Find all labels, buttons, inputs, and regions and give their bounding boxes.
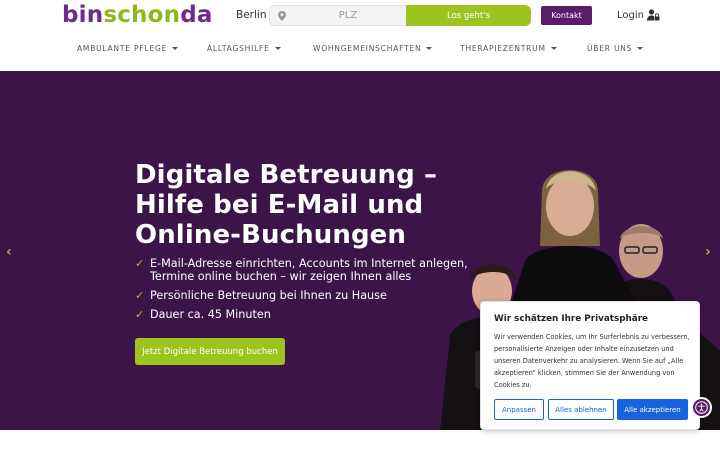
map-pin-icon xyxy=(278,11,286,21)
nav-item-alltagshilfe[interactable]: ALLTAGSHILFE xyxy=(207,44,281,53)
kontakt-button[interactable]: Kontakt xyxy=(541,6,592,25)
plz-input[interactable] xyxy=(294,8,402,23)
nav-item-ambulante-pflege[interactable]: AMBULANTE PFLEGE xyxy=(77,44,179,53)
city-label: Berlin xyxy=(236,9,267,21)
check-icon: ✓ xyxy=(135,289,145,302)
cookie-text: Wir verwenden Cookies, um Ihr Surferlebn… xyxy=(494,333,690,389)
caret-down-icon xyxy=(637,47,644,50)
cookie-title: Wir schätzen Ihre Privatsphäre xyxy=(494,314,649,324)
list-item: ✓ E-Mail-Adresse einrichten, Accounts im … xyxy=(135,257,468,283)
login-link[interactable]: Login xyxy=(617,9,660,21)
check-icon: ✓ xyxy=(135,257,145,270)
user-lock-icon xyxy=(646,9,660,21)
nav-item-ueber-uns[interactable]: ÜBER UNS xyxy=(587,44,644,53)
nav-item-therapiezentrum[interactable]: THERAPIEZENTRUM xyxy=(460,44,557,53)
caret-down-icon xyxy=(172,47,179,50)
cookie-consent-banner: Wir schätzen Ihre Privatsphäre Wir verwe… xyxy=(480,301,700,430)
list-item: ✓ Persönliche Betreuung bei Ihnen zu Haus… xyxy=(135,289,387,302)
login-label: Login xyxy=(617,9,644,21)
content-start xyxy=(0,430,720,450)
book-digital-care-button[interactable]: Jetzt Digitale Betreuung buchen xyxy=(135,338,285,365)
logo[interactable]: binschonda xyxy=(62,2,213,28)
los-gehts-button[interactable]: Los geht's xyxy=(406,5,531,26)
plz-search-field xyxy=(269,5,407,26)
list-item: ✓ Dauer ca. 45 Minuten xyxy=(135,308,271,321)
site-header: binschonda Berlin Los geht's Kontakt Log… xyxy=(0,0,720,71)
cookie-reject-button[interactable]: Alles ablehnen xyxy=(548,399,614,420)
accessibility-button[interactable] xyxy=(691,397,712,418)
cookie-accept-button[interactable]: Alle akzeptieren xyxy=(617,399,688,420)
check-icon: ✓ xyxy=(135,308,145,321)
accessibility-icon xyxy=(695,401,708,414)
nav-item-wohngemeinschaften[interactable]: WOHNGEMEINSCHAFTEN xyxy=(313,44,433,53)
page: binschonda Berlin Los geht's Kontakt Log… xyxy=(0,0,720,450)
caret-down-icon xyxy=(550,47,557,50)
hero-title: Digitale Betreuung – Hilfe bei E-Mail un… xyxy=(135,160,438,250)
caret-down-icon xyxy=(426,47,433,50)
slider-prev-icon[interactable]: ‹ xyxy=(6,244,12,260)
hero-bullet-list: ✓ E-Mail-Adresse einrichten, Accounts im … xyxy=(135,257,505,327)
slider-next-icon[interactable]: › xyxy=(705,244,711,260)
cookie-customize-button[interactable]: Anpassen xyxy=(494,399,544,420)
main-nav: AMBULANTE PFLEGE ALLTAGSHILFE WOHNGEMEIN… xyxy=(0,44,720,56)
caret-down-icon xyxy=(274,47,281,50)
